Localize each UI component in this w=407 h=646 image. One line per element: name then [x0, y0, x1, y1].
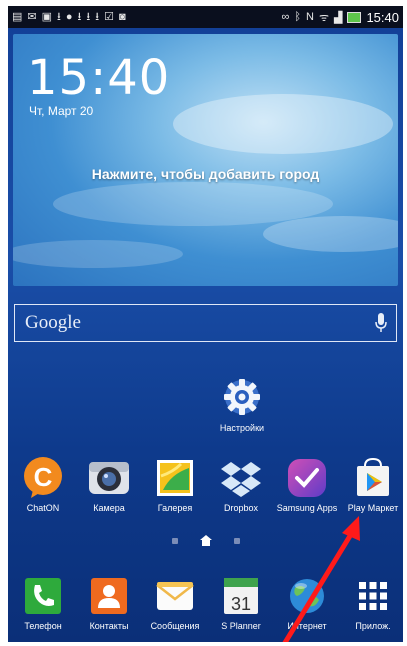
wifi-icon: ᯤ	[318, 11, 329, 24]
contacts-icon	[91, 578, 127, 614]
app-samsung-apps[interactable]: Samsung Apps	[276, 456, 338, 514]
app-label: Сообщения	[150, 621, 200, 631]
samsung-apps-icon	[288, 459, 326, 497]
download-icon: ⭳	[77, 11, 82, 23]
app-label: Настройки	[219, 423, 265, 433]
dock-contacts[interactable]: Контакты	[78, 574, 140, 632]
dock-splanner[interactable]: 31 S Planner	[210, 574, 272, 632]
app-gallery[interactable]: Галерея	[144, 456, 206, 514]
app-dropbox[interactable]: Dropbox	[210, 456, 272, 514]
bluetooth-icon: ᛒ	[294, 11, 301, 23]
mail-icon: ✉	[27, 11, 37, 23]
microphone-icon[interactable]	[374, 312, 388, 334]
clock-date: Чт, Март 20	[29, 104, 94, 118]
clipboard-icon: ☑	[104, 11, 114, 23]
app-label: Телефон	[24, 621, 62, 631]
phone-icon	[25, 578, 61, 614]
app-play-market[interactable]: Play Маркет	[342, 456, 403, 514]
battery-icon	[347, 11, 362, 23]
dock-internet[interactable]: Интернет	[276, 574, 338, 632]
page-dot[interactable]	[233, 537, 240, 544]
envelope-icon	[156, 582, 194, 610]
download-icon: ⭳	[95, 11, 100, 23]
download-icon: ⭳	[57, 11, 61, 23]
nfc-tag-icon: N	[305, 11, 314, 23]
app-chaton[interactable]: C ChatON	[12, 456, 74, 514]
dock-apps[interactable]: Прилож.	[342, 574, 403, 632]
dropbox-icon	[221, 462, 261, 497]
calendar-icon: 31	[224, 578, 258, 614]
home-icon[interactable]	[199, 535, 212, 546]
play-store-icon	[357, 457, 389, 496]
calendar-day: 31	[231, 594, 251, 614]
chaton-icon: C	[24, 457, 62, 498]
image-icon: ▣	[41, 11, 53, 23]
app-label: ChatON	[26, 503, 60, 513]
app-label: Галерея	[157, 503, 193, 513]
camera-icon	[89, 462, 129, 494]
weather-clock-widget[interactable]: 15:40 Чт, Март 20 Нажмите, чтобы добавит…	[13, 34, 398, 286]
app-label: S Planner	[221, 621, 261, 631]
app-label: Интернет	[287, 621, 327, 631]
notification-icons: ▤ ✉ ▣ ⭳ ● ⭳ ⭳ ⭳ ☑ ◙	[8, 11, 126, 23]
app-label: Play Маркет	[347, 503, 399, 513]
system-icons: ∞ ᛒ N ᯤ ▟ 15:40	[282, 10, 403, 25]
app-camera[interactable]: Камера	[78, 456, 140, 514]
camera-icon: ◙	[119, 11, 126, 23]
page-dot[interactable]	[171, 537, 178, 544]
add-city-hint[interactable]: Нажмите, чтобы добавить город	[13, 166, 398, 182]
gallery-icon	[157, 460, 193, 496]
home-screen: ▤ ✉ ▣ ⭳ ● ⭳ ⭳ ⭳ ☑ ◙ ∞ ᛒ N ᯤ ▟ 15:40 15:4…	[8, 6, 403, 642]
gear-icon	[224, 379, 260, 415]
dock-messages[interactable]: Сообщения	[144, 574, 206, 632]
clock-time: 15:40	[27, 50, 171, 106]
app-settings[interactable]: Настройки	[212, 376, 272, 434]
document-icon: ▤	[12, 11, 23, 23]
svg-text:C: C	[34, 462, 53, 492]
app-label: Контакты	[89, 621, 129, 631]
globe-icon	[290, 579, 324, 613]
download-icon: ⭳	[86, 11, 91, 23]
app-label: Камера	[93, 503, 125, 513]
apps-grid-icon	[359, 582, 387, 610]
app-label: Dropbox	[223, 503, 259, 513]
status-time: 15:40	[366, 9, 399, 25]
person-icon: ●	[65, 11, 73, 23]
dock-phone[interactable]: Телефон	[12, 574, 74, 632]
status-bar: ▤ ✉ ▣ ⭳ ● ⭳ ⭳ ⭳ ☑ ◙ ∞ ᛒ N ᯤ ▟ 15:40	[8, 6, 403, 28]
google-label: Google	[25, 312, 81, 333]
app-label: Прилож.	[355, 621, 391, 631]
nfc-icon: ∞	[281, 11, 290, 23]
signal-icon: ▟	[333, 11, 343, 24]
app-label: Samsung Apps	[276, 503, 338, 513]
dock: Телефон Контакты Сообщения 31 S Planner …	[8, 566, 403, 642]
page-indicator[interactable]	[8, 535, 403, 546]
google-search-bar[interactable]: Google	[14, 304, 397, 342]
